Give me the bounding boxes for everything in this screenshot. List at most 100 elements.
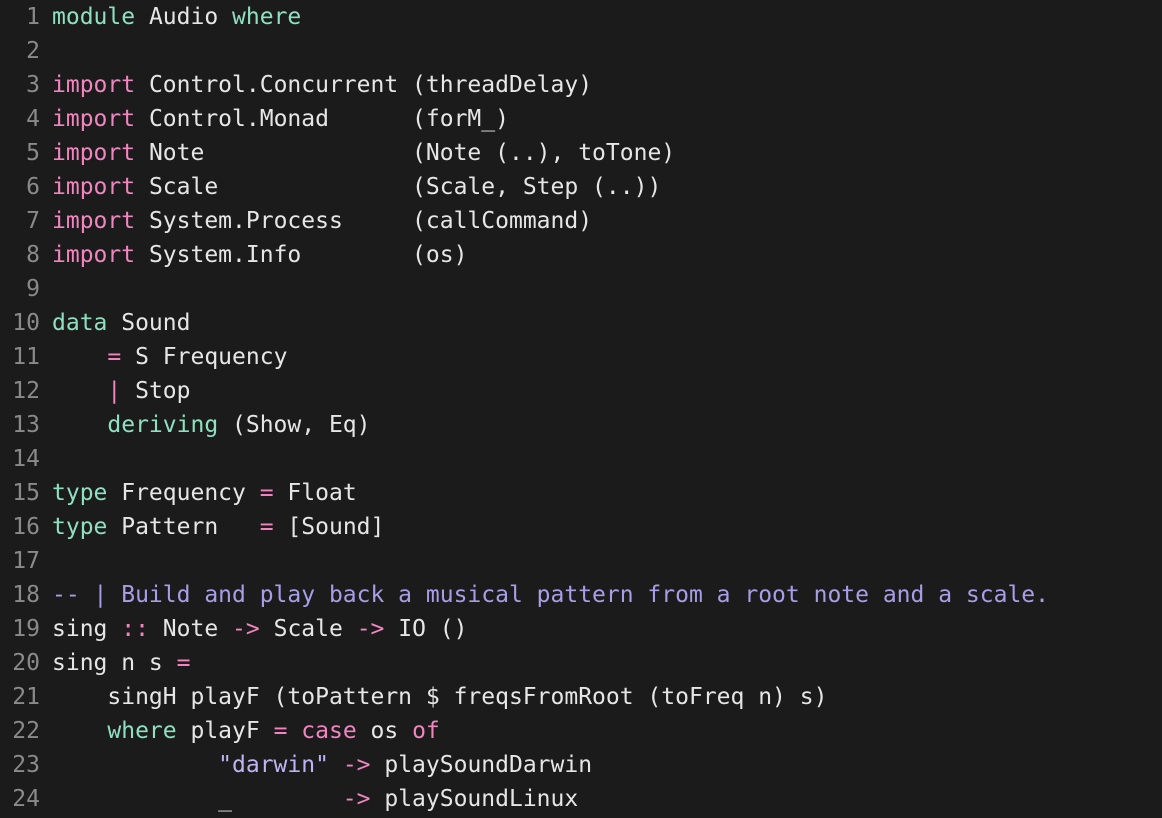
code-token: (Show, Eq) — [218, 412, 371, 438]
code-token: import — [52, 72, 136, 98]
code-line[interactable]: 24 _ -> playSoundLinux — [0, 782, 1162, 816]
line-number: 21 — [12, 684, 40, 710]
code-token: Frequency — [107, 480, 260, 506]
line-number: 23 — [12, 752, 40, 778]
line-code: import Scale (Scale, Step (..)) — [52, 170, 1162, 204]
line-code: singH playF (toPattern $ freqsFromRoot (… — [52, 680, 1162, 714]
code-token: Sound — [107, 310, 191, 336]
code-line[interactable]: 15 type Frequency = Float — [0, 476, 1162, 510]
line-number: 6 — [26, 174, 40, 200]
code-line[interactable]: 23 "darwin" -> playSoundDarwin — [0, 748, 1162, 782]
code-line[interactable]: 14 — [0, 442, 1162, 476]
code-line[interactable]: 16 type Pattern = [Sound] — [0, 510, 1162, 544]
code-token: playSoundLinux — [370, 786, 579, 812]
code-token: where — [232, 4, 302, 30]
code-token: [Sound] — [273, 514, 385, 540]
code-line[interactable]: 4 import Control.Monad (forM_) — [0, 102, 1162, 136]
code-token: System.Process (callCommand) — [135, 208, 593, 234]
code-line[interactable]: 3 import Control.Concurrent (threadDelay) — [0, 68, 1162, 102]
code-token: Float — [273, 480, 357, 506]
code-token: type — [52, 514, 108, 540]
code-token: os — [356, 718, 413, 744]
line-code: data Sound — [52, 306, 1162, 340]
code-line[interactable]: 9 — [0, 272, 1162, 306]
code-token: Stop — [121, 378, 191, 404]
line-code: "darwin" -> playSoundDarwin — [52, 748, 1162, 782]
code-line[interactable]: 5 import Note (Note (..), toTone) — [0, 136, 1162, 170]
line-number: 14 — [12, 446, 40, 472]
code-line[interactable]: 1 module Audio where — [0, 0, 1162, 34]
line-code: import Note (Note (..), toTone) — [52, 136, 1162, 170]
code-token: type — [52, 480, 108, 506]
line-code: module Audio where — [52, 0, 1162, 34]
line-number: 12 — [12, 378, 40, 404]
line-code: sing n s = — [52, 646, 1162, 680]
line-number: 20 — [12, 650, 40, 676]
code-token: S Frequency — [121, 344, 288, 370]
code-line[interactable]: 19 sing :: Note -> Scale -> IO () — [0, 612, 1162, 646]
line-number: 15 — [12, 480, 40, 506]
code-line[interactable]: 22 where playF = case os of — [0, 714, 1162, 748]
code-token: = — [259, 480, 274, 506]
code-token: "darwin" — [218, 752, 329, 778]
code-token: Pattern — [107, 514, 260, 540]
line-number: 2 — [26, 38, 40, 64]
line-code: import System.Process (callCommand) — [52, 204, 1162, 238]
code-token: case — [301, 718, 357, 744]
code-token: where — [107, 718, 177, 744]
line-number: 19 — [12, 616, 40, 642]
code-token: -- | Build and play back a musical patte… — [52, 582, 1049, 608]
code-line[interactable]: 11 = S Frequency — [0, 340, 1162, 374]
code-line[interactable]: 10 data Sound — [0, 306, 1162, 340]
code-line[interactable]: 12 | Stop — [0, 374, 1162, 408]
line-number: 13 — [12, 412, 40, 438]
line-code: import System.Info (os) — [52, 238, 1162, 272]
code-line[interactable]: 2 — [0, 34, 1162, 68]
code-token: Audio — [135, 4, 233, 30]
code-token: -> — [342, 786, 371, 812]
line-number: 5 — [26, 140, 40, 166]
code-token: module — [52, 4, 136, 30]
code-line[interactable]: 13 deriving (Show, Eq) — [0, 408, 1162, 442]
code-token: import — [52, 174, 136, 200]
line-code: type Frequency = Float — [52, 476, 1162, 510]
code-token: of — [412, 718, 440, 744]
code-token: -> — [342, 752, 371, 778]
code-token: IO () — [384, 616, 468, 642]
line-code: deriving (Show, Eq) — [52, 408, 1162, 442]
code-line[interactable]: 17 — [0, 544, 1162, 578]
code-token: import — [52, 208, 136, 234]
code-line[interactable]: 21 singH playF (toPattern $ freqsFromRoo… — [0, 680, 1162, 714]
line-number: 10 — [12, 310, 40, 336]
line-number: 17 — [12, 548, 40, 574]
code-token: deriving — [107, 412, 219, 438]
line-number: 22 — [12, 718, 40, 744]
code-token: :: — [121, 616, 149, 642]
line-number: 16 — [12, 514, 40, 540]
code-token: import — [52, 140, 136, 166]
code-line[interactable]: 20 sing n s = — [0, 646, 1162, 680]
code-token: import — [52, 242, 136, 268]
code-line[interactable]: 8 import System.Info (os) — [0, 238, 1162, 272]
code-line[interactable]: 7 import System.Process (callCommand) — [0, 204, 1162, 238]
code-line[interactable]: 18 -- | Build and play back a musical pat… — [0, 578, 1162, 612]
code-editor[interactable]: 1 module Audio where 2 3 import Control.Conc… — [0, 0, 1162, 818]
line-code: where playF = case os of — [52, 714, 1162, 748]
code-token: Scale (Scale, Step (..)) — [135, 174, 662, 200]
code-token: System.Info (os) — [135, 242, 468, 268]
code-token: = — [273, 718, 288, 744]
code-token: sing — [52, 616, 122, 642]
code-token: sing n s — [52, 650, 177, 676]
line-code: sing :: Note -> Scale -> IO () — [52, 612, 1162, 646]
code-token: singH playF (toPattern $ freqsFromRoot (… — [52, 684, 828, 710]
line-code: type Pattern = [Sound] — [52, 510, 1162, 544]
line-code: = S Frequency — [52, 340, 1162, 374]
code-line[interactable]: 6 import Scale (Scale, Step (..)) — [0, 170, 1162, 204]
